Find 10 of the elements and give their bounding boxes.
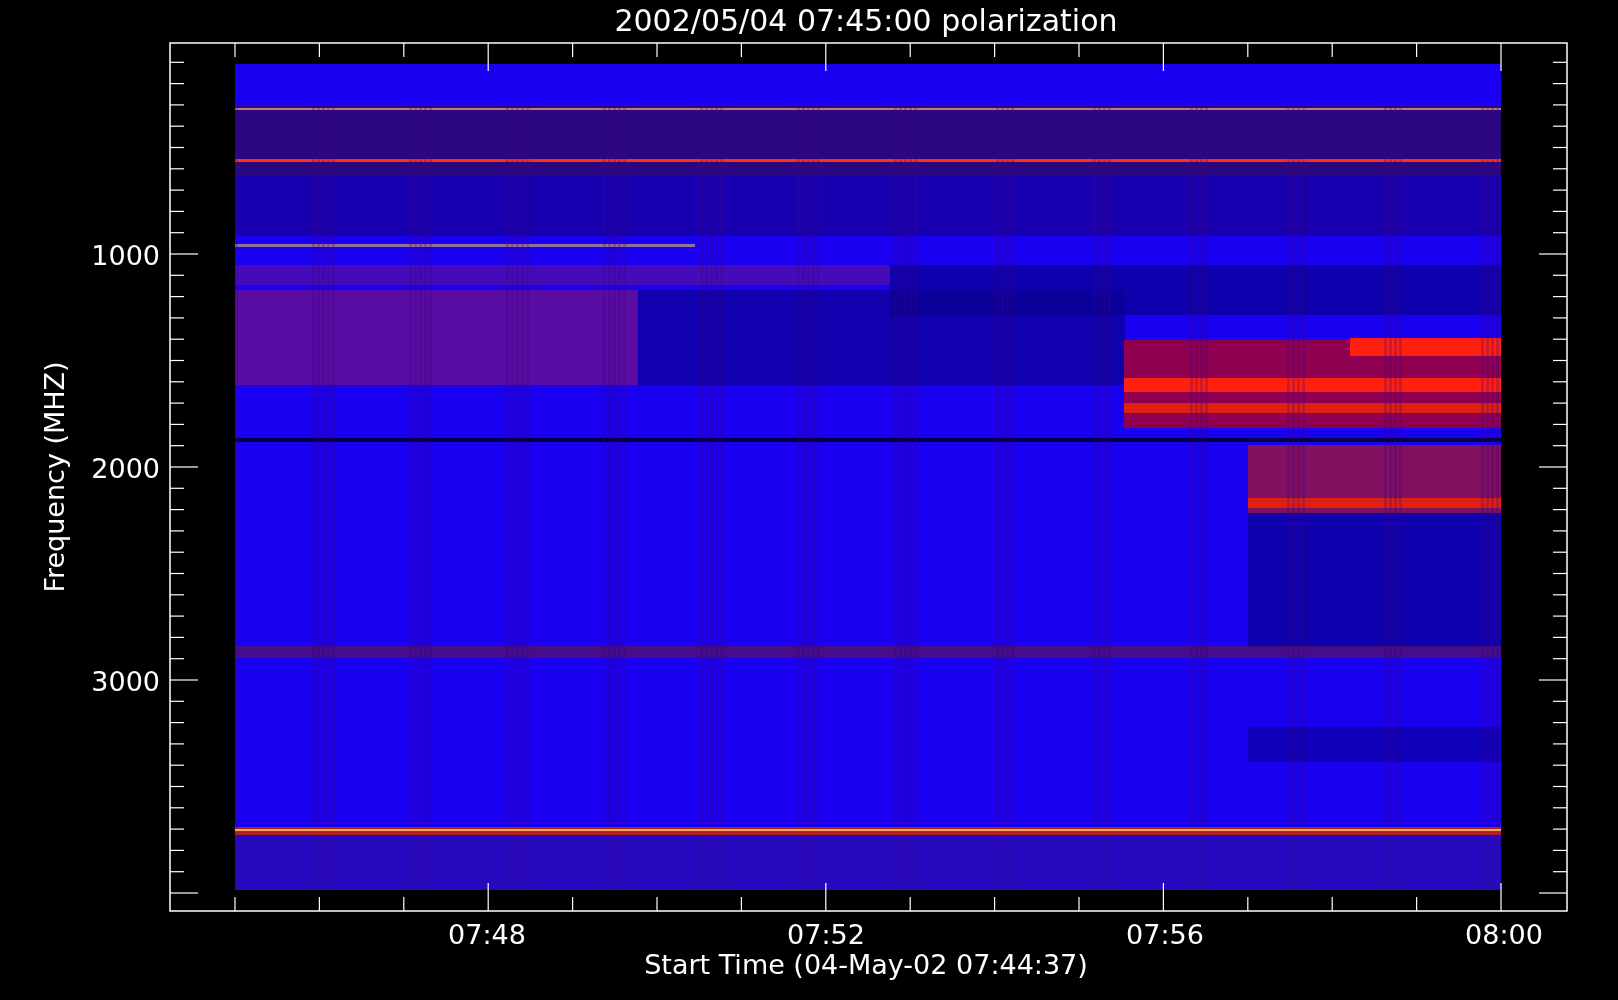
y-tick-label: 2000: [91, 453, 160, 484]
x-tick-label: 07:52: [787, 919, 865, 950]
x-tick-label: 07:48: [448, 919, 526, 950]
x-tick-label: 07:56: [1126, 919, 1204, 950]
x-tick-label: 08:00: [1465, 919, 1543, 950]
y-tick-label: 3000: [91, 666, 160, 697]
plot-title: 2002/05/04 07:45:00 polarization: [614, 3, 1118, 38]
y-tick-label: 1000: [91, 240, 160, 271]
y-axis-label: Frequency (MHZ): [39, 361, 70, 593]
x-axis-label: Start Time (04-May-02 07:44:37): [644, 949, 1088, 980]
